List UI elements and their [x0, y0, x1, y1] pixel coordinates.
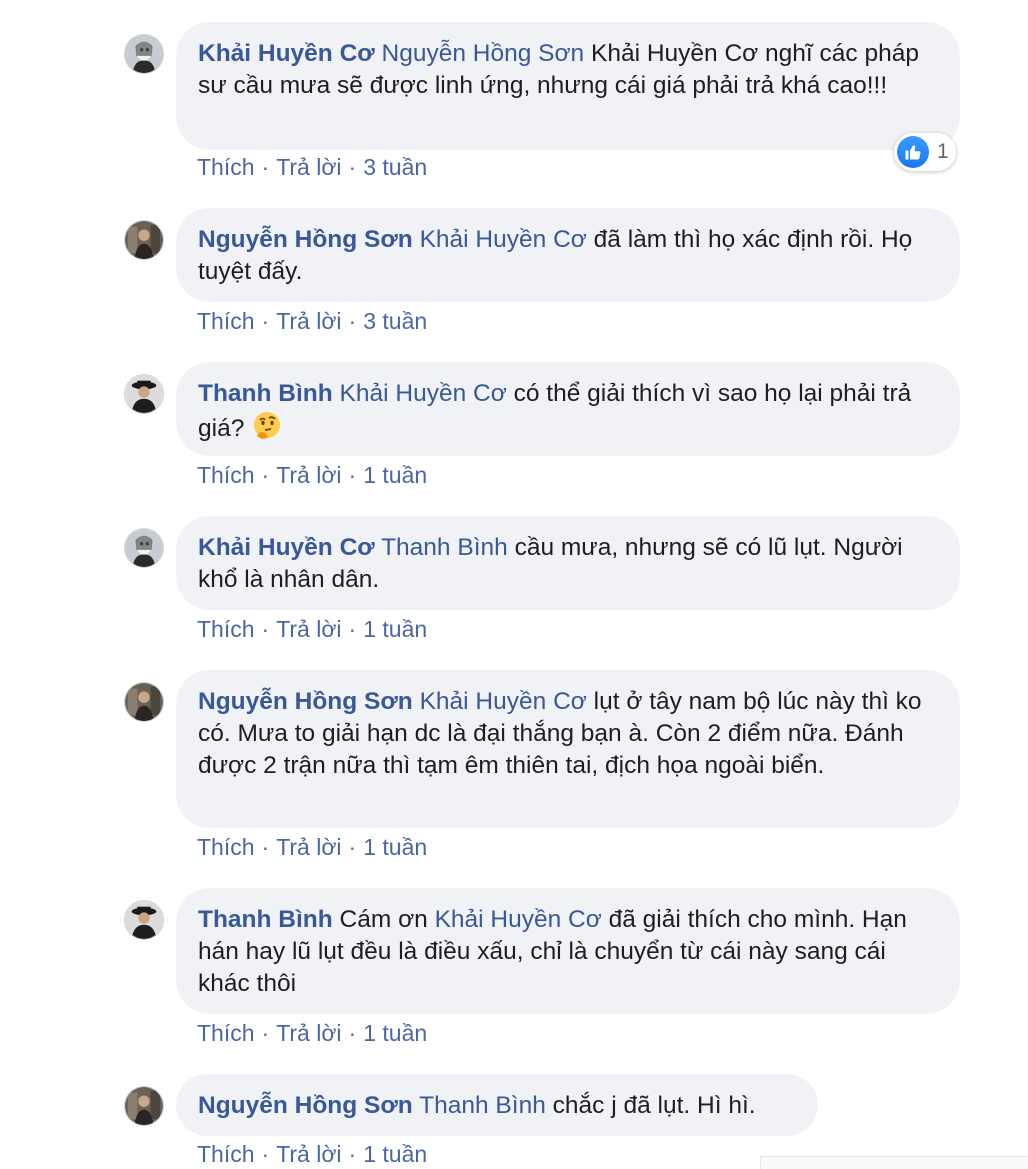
timestamp-link[interactable]: 1 tuần: [363, 616, 427, 642]
comment-author[interactable]: Khải Huyền Cơ: [198, 534, 375, 561]
comment-author[interactable]: Thanh Bình: [198, 906, 333, 933]
reply-link[interactable]: Trả lời: [276, 834, 341, 860]
like-link[interactable]: Thích: [197, 308, 255, 334]
separator: ·: [348, 834, 357, 860]
separator: ·: [348, 308, 357, 334]
comment-text: chắc j đã lụt. Hì hì.: [545, 1092, 756, 1119]
separator: ·: [261, 834, 270, 860]
avatar-image: [125, 683, 163, 721]
separator: ·: [348, 616, 357, 642]
avatar-khai-huyen-co[interactable]: [124, 528, 164, 568]
reaction-count: 1: [937, 140, 949, 163]
avatar-image: [125, 1087, 163, 1125]
comment-mention[interactable]: Khải Huyền Cơ: [420, 688, 587, 715]
separator: ·: [261, 616, 270, 642]
separator: ·: [348, 154, 357, 180]
comment-actions: Thích · Trả lời · 1 tuần: [197, 1018, 427, 1048]
avatar-image: [125, 35, 163, 73]
comment-bubble: Thanh Bình Cám ơn Khải Huyền Cơ đã giải …: [176, 888, 960, 1014]
comment-author[interactable]: Nguyễn Hồng Sơn: [198, 688, 413, 715]
separator: ·: [261, 462, 270, 488]
separator: ·: [348, 462, 357, 488]
like-link[interactable]: Thích: [197, 1020, 255, 1046]
avatar-image: [125, 901, 163, 939]
avatar-khai-huyen-co[interactable]: [124, 34, 164, 74]
avatar-nguyen-hong-son[interactable]: [124, 1086, 164, 1126]
avatar-image: [125, 221, 163, 259]
timestamp-link[interactable]: 3 tuần: [363, 154, 427, 180]
comment-actions: Thích · Trả lời · 1 tuần: [197, 1139, 427, 1169]
comment-actions: Thích · Trả lời · 1 tuần: [197, 614, 427, 644]
like-link[interactable]: Thích: [197, 154, 255, 180]
avatar-thanh-binh[interactable]: [124, 900, 164, 940]
like-link[interactable]: Thích: [197, 462, 255, 488]
comment-mention[interactable]: Khải Huyền Cơ: [340, 380, 507, 407]
like-link[interactable]: Thích: [197, 1141, 255, 1167]
timestamp-link[interactable]: 1 tuần: [363, 1020, 427, 1046]
comment-bubble: Nguyễn Hồng Sơn Khải Huyền Cơ đã làm thì…: [176, 208, 960, 302]
separator: ·: [348, 1020, 357, 1046]
comment-author[interactable]: Nguyễn Hồng Sơn: [198, 226, 413, 253]
avatar-nguyen-hong-son[interactable]: [124, 682, 164, 722]
comment-bubble: Thanh Bình Khải Huyền Cơ có thể giải thí…: [176, 362, 960, 456]
thinking-face-emoji: [254, 412, 281, 439]
avatar-thanh-binh[interactable]: [124, 374, 164, 414]
like-link[interactable]: Thích: [197, 834, 255, 860]
avatar-nguyen-hong-son[interactable]: [124, 220, 164, 260]
avatar-image: [125, 529, 163, 567]
comment-mention[interactable]: Khải Huyền Cơ: [420, 226, 587, 253]
comment-mention[interactable]: Thanh Bình: [381, 534, 508, 561]
reaction-summary[interactable]: 1: [894, 133, 956, 171]
separator: ·: [348, 1141, 357, 1167]
comment-actions: Thích · Trả lời · 1 tuần: [197, 460, 427, 490]
comment-mention[interactable]: Thanh Bình: [419, 1092, 546, 1119]
comment-author[interactable]: Khải Huyền Cơ: [198, 40, 375, 67]
comment-actions: Thích · Trả lời · 3 tuần: [197, 306, 427, 336]
comment-bubble: Nguyễn Hồng Sơn Khải Huyền Cơ lụt ở tây …: [176, 670, 960, 828]
comment-bubble: Nguyễn Hồng Sơn Thanh Bình chắc j đã lụt…: [176, 1074, 818, 1136]
comment-author[interactable]: Thanh Bình: [198, 380, 333, 407]
avatar-image: [125, 375, 163, 413]
reply-link[interactable]: Trả lời: [276, 154, 341, 180]
comment-actions: Thích · Trả lời · 1 tuần: [197, 832, 427, 862]
reply-link[interactable]: Trả lời: [276, 616, 341, 642]
comment-text-before: Cám ơn: [332, 906, 435, 933]
comment-author[interactable]: Nguyễn Hồng Sơn: [198, 1092, 413, 1119]
like-link[interactable]: Thích: [197, 616, 255, 642]
comment-mention[interactable]: Khải Huyền Cơ: [435, 906, 602, 933]
separator: ·: [261, 154, 270, 180]
reply-link[interactable]: Trả lời: [276, 1020, 341, 1046]
separator: ·: [261, 1020, 270, 1046]
separator: ·: [261, 308, 270, 334]
reply-link[interactable]: Trả lời: [276, 462, 341, 488]
timestamp-link[interactable]: 1 tuần: [363, 834, 427, 860]
comment-bubble: Khải Huyền Cơ Nguyễn Hồng Sơn Khải Huyền…: [176, 22, 960, 150]
timestamp-link[interactable]: 3 tuần: [363, 308, 427, 334]
timestamp-link[interactable]: 1 tuần: [363, 1141, 427, 1167]
reply-link[interactable]: Trả lời: [276, 308, 341, 334]
next-panel-edge: [760, 1156, 1028, 1169]
reply-link[interactable]: Trả lời: [276, 1141, 341, 1167]
like-icon: [897, 136, 929, 168]
separator: ·: [261, 1141, 270, 1167]
comment-mention[interactable]: Nguyễn Hồng Sơn: [382, 40, 585, 67]
timestamp-link[interactable]: 1 tuần: [363, 462, 427, 488]
comment-bubble: Khải Huyền Cơ Thanh Bình cầu mưa, nhưng …: [176, 516, 960, 610]
comment-actions: Thích · Trả lời · 3 tuần: [197, 152, 427, 182]
